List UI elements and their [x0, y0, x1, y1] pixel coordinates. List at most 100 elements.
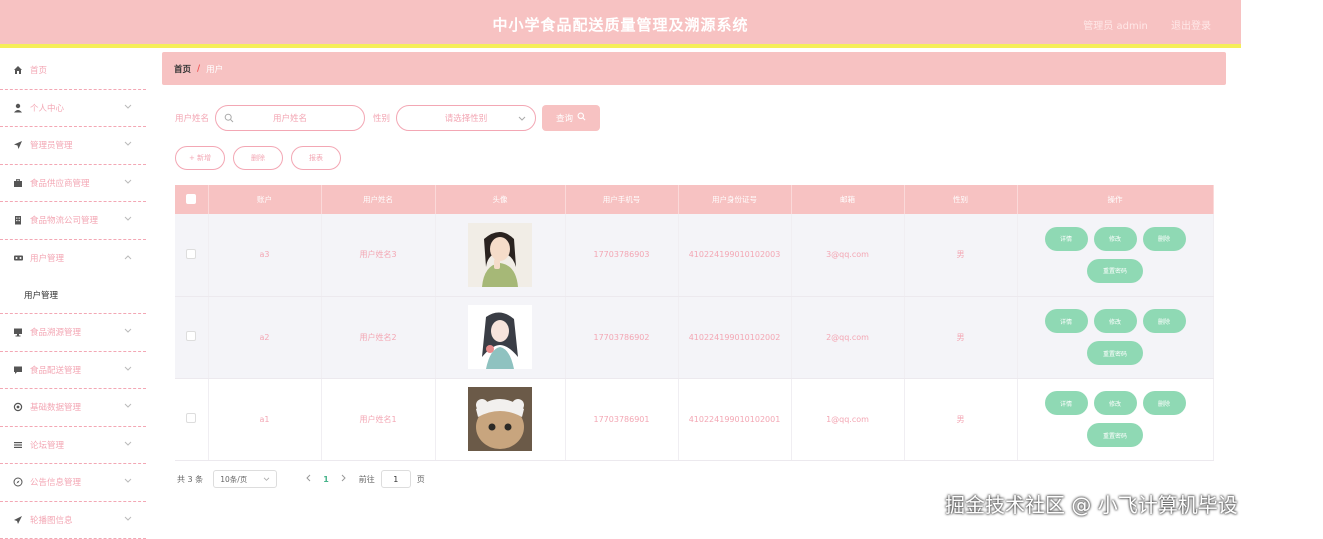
logout-link[interactable]: 退出登录	[1171, 21, 1211, 32]
pagination: 共 3 条 10条/页 1 前往 1 页	[177, 470, 425, 488]
sidebar-item-label: 公告信息管理	[30, 476, 81, 488]
edit-button[interactable]: 修改	[1094, 309, 1137, 333]
select-all-cell	[175, 185, 208, 214]
plane-icon	[12, 514, 24, 526]
chevron-down-icon	[124, 327, 132, 337]
search-icon	[577, 112, 586, 124]
sidebar-item-label: 用户管理	[30, 252, 64, 264]
breadcrumb-current: 用户	[206, 63, 223, 75]
chevron-down-icon	[124, 178, 132, 188]
page-number-current[interactable]: 1	[323, 475, 329, 484]
reset-password-button[interactable]: 重置密码	[1087, 423, 1143, 447]
chevron-down-icon	[124, 140, 132, 150]
page-size-select[interactable]: 10条/页	[213, 470, 277, 488]
select-all-checkbox[interactable]	[186, 194, 196, 204]
sidebar-item-logistics[interactable]: 食品物流公司管理	[0, 202, 146, 240]
goto-label: 前往	[359, 474, 375, 485]
gender-cell: 男	[904, 378, 1017, 460]
name-search-input[interactable]: 用户姓名	[215, 105, 365, 131]
sidebar-subitem-user-management[interactable]: 用户管理	[0, 277, 146, 314]
sidebar-item-home[interactable]: 首页	[0, 52, 146, 90]
reset-password-button[interactable]: 重置密码	[1087, 341, 1143, 365]
report-button[interactable]: 报表	[291, 146, 341, 170]
chevron-down-icon	[124, 402, 132, 412]
send-icon	[12, 139, 24, 151]
column-header: 邮箱	[791, 185, 904, 214]
account-cell: a2	[208, 296, 321, 378]
row-checkbox-cell	[175, 296, 208, 378]
home-icon	[12, 64, 24, 76]
next-page-button[interactable]	[341, 474, 347, 484]
sidebar-item-notice[interactable]: 公告信息管理	[0, 464, 146, 502]
row-checkbox[interactable]	[186, 413, 196, 423]
watermark: 掘金技术社区 @ 小飞计算机毕设	[945, 489, 1238, 518]
prev-page-button[interactable]	[305, 474, 311, 484]
gender-cell: 男	[904, 296, 1017, 378]
sidebar-item-tracing[interactable]: 食品溯源管理	[0, 314, 146, 352]
sidebar-item-label: 食品供应商管理	[30, 177, 90, 189]
sidebar-item-base-data[interactable]: 基础数据管理	[0, 389, 146, 427]
row-checkbox-cell	[175, 214, 208, 296]
search-button[interactable]: 查询	[542, 105, 600, 131]
chevron-down-icon	[518, 115, 526, 125]
gender-select[interactable]: 请选择性别	[396, 105, 536, 131]
phone-cell: 17703786901	[565, 378, 678, 460]
breadcrumb-separator: /	[197, 64, 200, 74]
sidebar-item-profile[interactable]: 个人中心	[0, 90, 146, 128]
delete-row-button[interactable]: 删除	[1143, 227, 1186, 251]
sidebar: 首页 个人中心 管理员管理 食品供应商管理 食品物流公司管理 用户管理 用户管理…	[0, 52, 146, 535]
current-user-label: 管理员 admin	[1083, 21, 1148, 32]
delete-button[interactable]: 删除	[233, 146, 283, 170]
sidebar-item-label: 食品物流公司管理	[30, 214, 98, 226]
phone-cell: 17703786903	[565, 214, 678, 296]
app-title: 中小学食品配送质量管理及溯源系统	[0, 14, 1241, 35]
sidebar-item-delivery[interactable]: 食品配送管理	[0, 352, 146, 390]
detail-button[interactable]: 详情	[1045, 309, 1088, 333]
chevron-down-icon	[124, 515, 132, 525]
add-button[interactable]: + 新增	[175, 146, 225, 170]
delete-row-button[interactable]: 删除	[1143, 309, 1186, 333]
search-icon	[224, 113, 234, 126]
sidebar-item-label: 食品配送管理	[30, 364, 81, 376]
operations-cell: 详情 修改 删除 重置密码	[1017, 296, 1213, 378]
user-icon	[12, 102, 24, 114]
edit-button[interactable]: 修改	[1094, 391, 1137, 415]
toolbar: + 新增 删除 报表	[175, 146, 349, 170]
sidebar-item-supplier[interactable]: 食品供应商管理	[0, 165, 146, 203]
chevron-down-icon	[124, 103, 132, 113]
avatar-cell	[435, 296, 565, 378]
edit-button[interactable]: 修改	[1094, 227, 1137, 251]
chevron-down-icon	[124, 215, 132, 225]
search-button-label: 查询	[556, 112, 573, 124]
email-cell: 3@qq.com	[791, 214, 904, 296]
column-header: 用户手机号	[565, 185, 678, 214]
sidebar-item-label: 基础数据管理	[30, 401, 81, 413]
list-icon	[12, 439, 24, 451]
chevron-up-icon	[124, 253, 132, 263]
column-header: 操作	[1017, 185, 1213, 214]
sidebar-item-forum[interactable]: 论坛管理	[0, 427, 146, 465]
sidebar-item-admin[interactable]: 管理员管理	[0, 127, 146, 165]
total-count: 共 3 条	[177, 474, 203, 485]
goto-page-input[interactable]: 1	[381, 470, 411, 488]
sidebar-item-label: 轮播图信息	[30, 514, 73, 526]
row-checkbox[interactable]	[186, 331, 196, 341]
detail-button[interactable]: 详情	[1045, 391, 1088, 415]
sidebar-item-users[interactable]: 用户管理	[0, 240, 146, 278]
detail-button[interactable]: 详情	[1045, 227, 1088, 251]
reset-password-button[interactable]: 重置密码	[1087, 259, 1143, 283]
sidebar-item-label: 食品溯源管理	[30, 326, 81, 338]
row-checkbox[interactable]	[186, 249, 196, 259]
idcard-cell: 410224199010102002	[678, 296, 791, 378]
breadcrumb-home[interactable]: 首页	[174, 63, 191, 75]
sidebar-item-label: 首页	[30, 64, 47, 76]
table-row: a1 用户姓名1 17703786901 410224199010102001 …	[175, 378, 1213, 460]
chat-icon	[12, 364, 24, 376]
search-form: 用户姓名 用户姓名 性别 请选择性别 查询	[175, 105, 600, 131]
settings-icon	[12, 401, 24, 413]
compass-icon	[12, 476, 24, 488]
delete-row-button[interactable]: 删除	[1143, 391, 1186, 415]
avatar-cell	[435, 378, 565, 460]
sidebar-item-label: 个人中心	[30, 102, 64, 114]
sidebar-item-carousel[interactable]: 轮播图信息	[0, 502, 146, 539]
